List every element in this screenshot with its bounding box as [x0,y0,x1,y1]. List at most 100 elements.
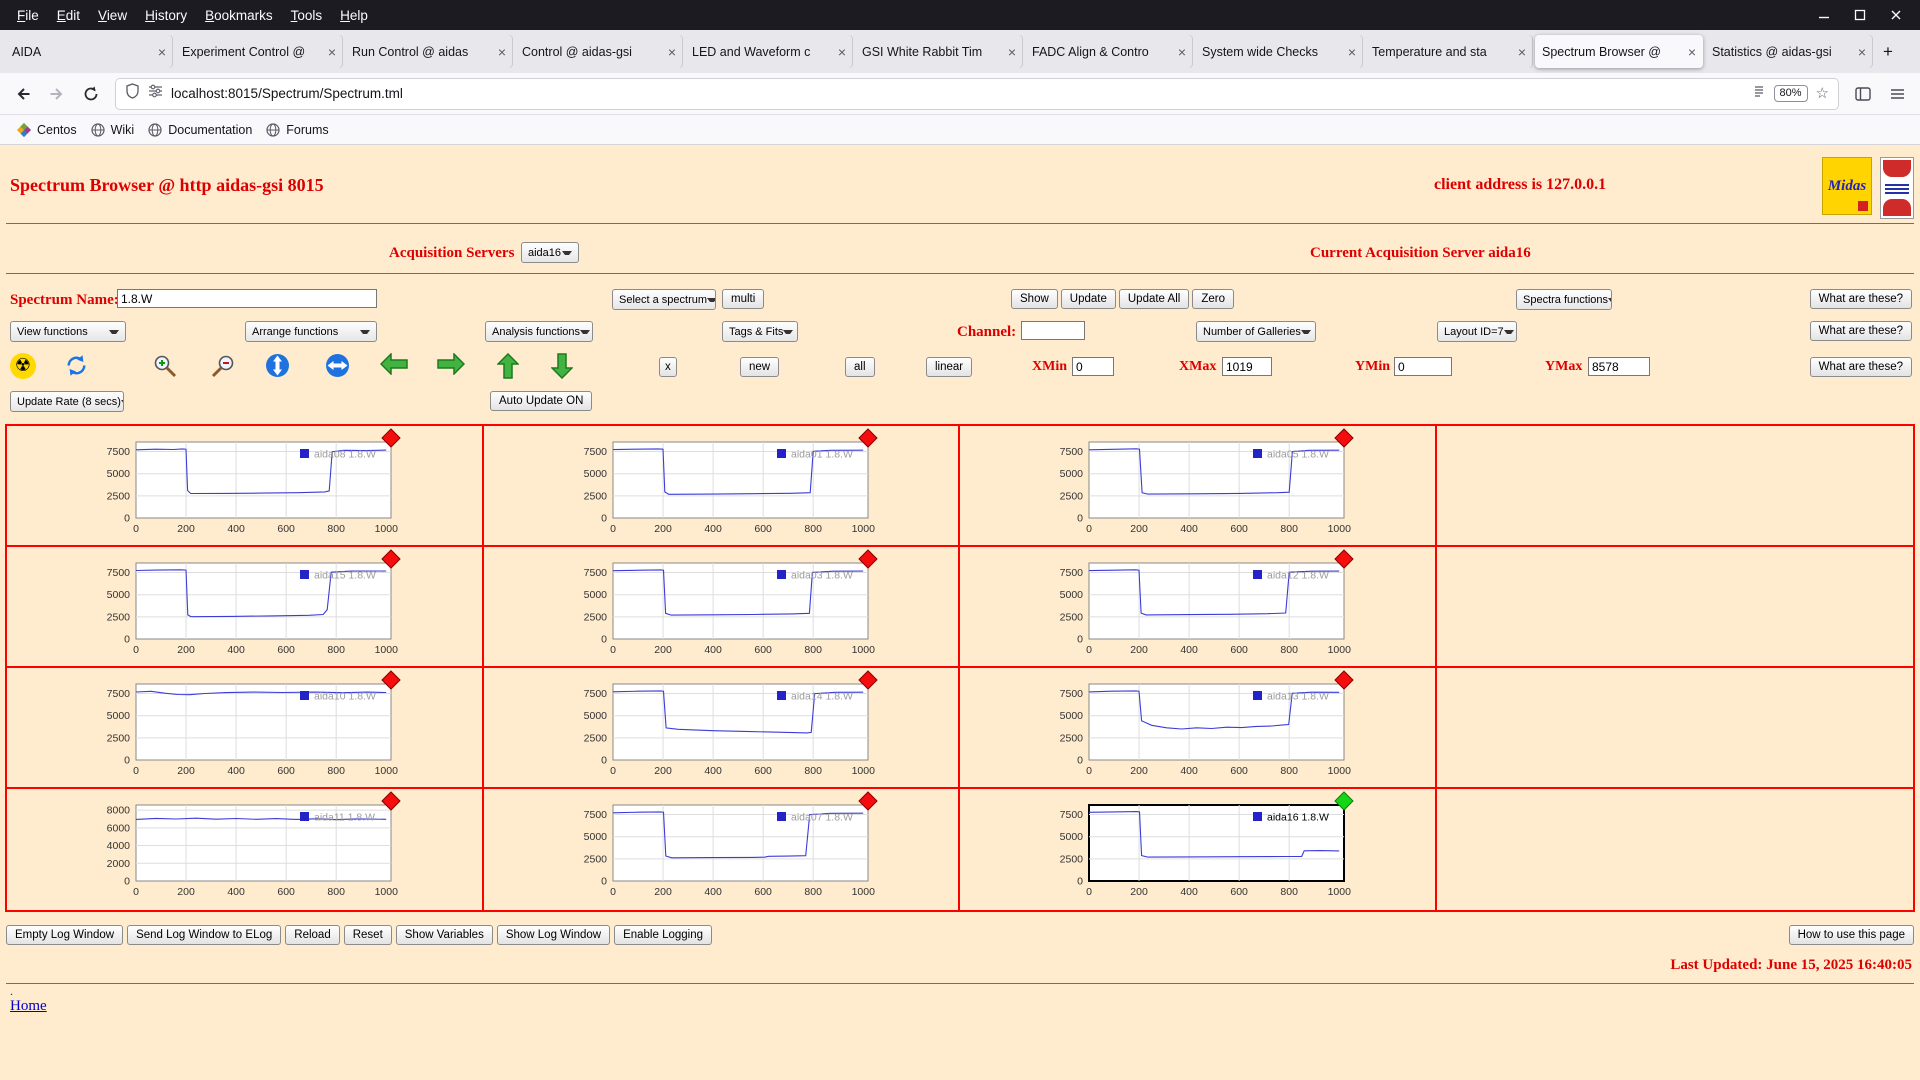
tags-fits-select[interactable]: Tags & Fits [722,321,798,342]
tab-close-icon[interactable]: × [668,45,676,59]
analysis-functions-select[interactable]: Analysis functions [485,321,593,342]
layout-id-select[interactable]: Layout ID=7 [1437,321,1517,342]
spectrum-plot-aida11[interactable]: 8000 6000 4000 2000 00 200 400 600 800 1000 aida11… [11,791,471,907]
tab-8[interactable]: System wide Checks × [1195,35,1363,68]
tab-6[interactable]: GSI White Rabbit Tim × [855,35,1023,68]
minimize-icon[interactable] [1818,9,1830,21]
how-to-use-button[interactable]: How to use this page [1788,925,1914,945]
ymin-input[interactable] [1394,357,1452,376]
ymax-input[interactable] [1588,357,1650,376]
url-bar[interactable]: localhost:8015/Spectrum/Spectrum.tml 80%… [116,78,1838,109]
bookmark-star-icon[interactable]: ☆ [1816,86,1829,101]
log-button-reset[interactable]: Reset [343,925,392,945]
refresh-icon[interactable] [64,353,89,378]
spectrum-plot-aida03[interactable]: 7500 5000 2500 00 200 400 600 800 1000 aida03 1.8… [488,549,948,665]
acquisition-server-select[interactable]: aida16 [521,242,579,263]
show-button[interactable]: Show [1011,289,1058,309]
tab-close-icon[interactable]: × [158,45,166,59]
tab-close-icon[interactable]: × [1518,45,1526,59]
view-functions-select[interactable]: View functions [10,321,126,342]
bookmark-documentation[interactable]: Documentation [141,120,259,140]
spectrum-plot-aida10[interactable]: 7500 5000 2500 00 200 400 600 800 1000 aida10 1.8… [11,670,471,786]
arrow-down-icon[interactable] [551,353,573,379]
auto-update-button[interactable]: Auto Update ON [490,391,593,411]
forward-button[interactable] [42,79,72,109]
zoom-level-badge[interactable]: 80% [1773,85,1808,102]
spectrum-name-input[interactable] [117,289,377,308]
xmax-input[interactable] [1222,357,1272,376]
what-are-these-button-1[interactable]: What are these? [1809,289,1912,309]
reload-button[interactable] [76,79,106,109]
zoom-out-icon[interactable] [210,353,236,379]
linear-button[interactable]: linear [926,357,973,377]
select-spectrum-select[interactable]: Select a spectrum [612,289,716,310]
tab-10[interactable]: Spectrum Browser @ × [1535,35,1703,68]
what-are-these-button-2[interactable]: What are these? [1809,321,1912,341]
spectrum-plot-aida08[interactable]: 7500 5000 2500 00 200 400 600 800 1000 aida08 1.8… [11,428,471,544]
spectrum-plot-aida05[interactable]: 7500 5000 2500 00 200 400 600 800 1000 aida05 1.8… [964,428,1424,544]
back-button[interactable] [8,79,38,109]
arrow-up-icon[interactable] [497,353,519,379]
reader-mode-icon[interactable] [1752,84,1766,103]
log-button-reload[interactable]: Reload [285,925,340,945]
close-icon[interactable] [1890,9,1902,21]
hamburger-menu-icon[interactable] [1882,79,1912,109]
spectrum-plot-aida01[interactable]: 7500 5000 2500 00 200 400 600 800 1000 aida01 1.8… [488,428,948,544]
log-button-show-variables[interactable]: Show Variables [395,925,493,945]
new-button[interactable]: new [740,357,780,377]
menu-file[interactable]: File [8,4,48,27]
menu-bookmarks[interactable]: Bookmarks [196,4,282,27]
log-button-send-log-window-to-elog[interactable]: Send Log Window to ELog [127,925,282,945]
what-are-these-button-3[interactable]: What are these? [1809,357,1912,377]
tab-7[interactable]: FADC Align & Contro × [1025,35,1193,68]
menu-tools[interactable]: Tools [282,4,332,27]
spectra-functions-select[interactable]: Spectra functions [1516,289,1612,310]
arrow-right-icon[interactable] [437,353,465,375]
log-button-show-log-window[interactable]: Show Log Window [496,925,611,945]
spectrum-plot-aida13[interactable]: 7500 5000 2500 00 200 400 600 800 1000 aida13 1.8… [964,670,1424,786]
maximize-icon[interactable] [1854,9,1866,21]
bookmark-forums[interactable]: Forums [259,120,335,140]
tab-close-icon[interactable]: × [1688,45,1696,59]
tab-3[interactable]: Run Control @ aidas × [345,35,513,68]
spectrum-plot-aida14[interactable]: 7500 5000 2500 00 200 400 600 800 1000 aida14 1.8… [488,670,948,786]
y-zoom-out-icon[interactable] [325,353,350,378]
tab-close-icon[interactable]: × [328,45,336,59]
update-rate-select[interactable]: Update Rate (8 secs) [10,391,124,412]
menu-history[interactable]: History [136,4,196,27]
tab-1[interactable]: AIDA × [5,35,173,68]
sidebar-icon[interactable] [1848,79,1878,109]
url-text[interactable]: localhost:8015/Spectrum/Spectrum.tml [171,86,1744,101]
tab-close-icon[interactable]: × [1348,45,1356,59]
home-link[interactable]: Home [10,998,47,1015]
bookmark-wiki[interactable]: Wiki [84,120,142,140]
zero-button[interactable]: Zero [1192,289,1234,309]
menu-help[interactable]: Help [331,4,377,27]
spectrum-plot-aida15[interactable]: 7500 5000 2500 00 200 400 600 800 1000 aida15 1.8… [11,549,471,665]
all-button[interactable]: all [845,357,875,377]
spectrum-plot-aida07[interactable]: 7500 5000 2500 00 200 400 600 800 1000 aida07 1.8… [488,791,948,907]
log-button-empty-log-window[interactable]: Empty Log Window [6,925,124,945]
radiation-icon[interactable]: ☢ [10,353,36,379]
tab-close-icon[interactable]: × [1858,45,1866,59]
site-settings-icon[interactable] [148,84,163,103]
multi-button[interactable]: multi [722,289,765,309]
tab-2[interactable]: Experiment Control @ × [175,35,343,68]
zoom-in-icon[interactable] [152,353,178,379]
update-all-button[interactable]: Update All [1118,289,1190,309]
spectrum-plot-aida16[interactable]: 7500 5000 2500 00 200 400 600 800 1000 aida16 1.8… [964,791,1424,907]
arrow-left-icon[interactable] [380,353,408,375]
log-button-enable-logging[interactable]: Enable Logging [614,925,713,945]
shield-icon[interactable] [125,83,140,104]
menu-view[interactable]: View [89,4,136,27]
x-button[interactable]: x [659,357,677,377]
channel-input[interactable] [1021,321,1085,340]
tab-11[interactable]: Statistics @ aidas-gsi × [1705,35,1873,68]
new-tab-button[interactable]: + [1874,38,1902,66]
menu-edit[interactable]: Edit [48,4,89,27]
tab-close-icon[interactable]: × [1008,45,1016,59]
arrange-functions-select[interactable]: Arrange functions [245,321,377,342]
tab-4[interactable]: Control @ aidas-gsi × [515,35,683,68]
tab-5[interactable]: LED and Waveform c × [685,35,853,68]
tab-close-icon[interactable]: × [1178,45,1186,59]
